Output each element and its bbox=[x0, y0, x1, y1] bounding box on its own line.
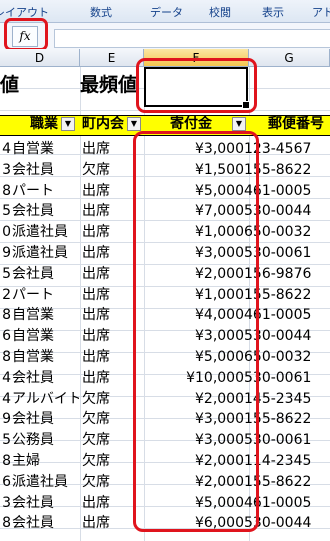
ribbon-tab-review[interactable]: 校閲 bbox=[209, 4, 231, 20]
row-number-cell[interactable]: 8 bbox=[0, 304, 11, 326]
header-town: 町内会 bbox=[82, 116, 124, 132]
job-cell[interactable]: アルバイト bbox=[12, 388, 79, 410]
job-cell[interactable]: 派遣社員 bbox=[12, 242, 79, 264]
row-number-cell[interactable]: 9 bbox=[0, 242, 11, 264]
row-number-cell[interactable]: 8 bbox=[0, 512, 11, 534]
job-cell[interactable]: パート bbox=[12, 284, 79, 306]
ribbon-tab-bar: レイアウト 数式 データ 校閲 表示 アドイン bbox=[0, 0, 330, 23]
amount-column-highlight bbox=[133, 131, 259, 532]
column-header-d[interactable]: D bbox=[0, 49, 80, 67]
job-cell[interactable]: 派遣社員 bbox=[12, 471, 79, 493]
row-number-cell[interactable]: 8 bbox=[0, 450, 11, 472]
fx-highlight-box bbox=[4, 18, 48, 51]
header-zip: 郵便番号 bbox=[268, 116, 324, 132]
job-cell[interactable]: 派遣社員 bbox=[12, 221, 79, 243]
job-cell[interactable]: 自営業 bbox=[12, 346, 79, 368]
mode-cell-highlight bbox=[136, 58, 257, 113]
job-cell[interactable]: 会社員 bbox=[12, 200, 79, 222]
row-number-cell[interactable]: 2 bbox=[0, 284, 11, 306]
job-cell[interactable]: 会社員 bbox=[12, 159, 79, 181]
job-cell[interactable]: 公務員 bbox=[12, 429, 79, 451]
row-number-cell[interactable]: 0 bbox=[0, 221, 11, 243]
row-number-cell[interactable]: 6 bbox=[0, 471, 11, 493]
column-header-g[interactable]: G bbox=[249, 49, 330, 67]
job-cell[interactable]: 自営業 bbox=[12, 304, 79, 326]
row-number-cell[interactable]: 5 bbox=[0, 429, 11, 451]
job-cell[interactable]: 会社員 bbox=[12, 408, 79, 430]
row-number-cell[interactable]: 4 bbox=[0, 388, 11, 410]
row-number-cell[interactable]: 8 bbox=[0, 346, 11, 368]
row-number-cell[interactable]: 4 bbox=[0, 367, 11, 389]
column-header-e[interactable]: E bbox=[80, 49, 144, 67]
job-cell[interactable]: 自営業 bbox=[12, 325, 79, 347]
job-cell[interactable]: パート bbox=[12, 180, 79, 202]
job-cell[interactable]: 主婦 bbox=[12, 450, 79, 472]
row-number-cell[interactable]: 9 bbox=[0, 408, 11, 430]
ribbon-tab-addins[interactable]: アドイン bbox=[312, 4, 330, 20]
job-cell[interactable]: 自営業 bbox=[12, 138, 79, 160]
row-number-cell[interactable]: 5 bbox=[0, 263, 11, 285]
filter-dropdown-icon[interactable]: ▼ bbox=[232, 117, 246, 131]
formula-input[interactable] bbox=[54, 29, 330, 48]
row-number-cell[interactable]: 3 bbox=[0, 159, 11, 181]
row-number-cell[interactable]: 4 bbox=[0, 138, 11, 160]
job-cell[interactable]: 会社員 bbox=[12, 263, 79, 285]
job-cell[interactable]: 会社員 bbox=[12, 367, 79, 389]
ribbon-tab-formulas[interactable]: 数式 bbox=[90, 4, 112, 20]
filter-dropdown-icon[interactable]: ▼ bbox=[127, 117, 141, 131]
row-number-cell[interactable]: 3 bbox=[0, 492, 11, 514]
ribbon-tab-view[interactable]: 表示 bbox=[262, 4, 284, 20]
filter-dropdown-icon[interactable]: ▼ bbox=[61, 117, 75, 131]
mode-label-fragment: 値 bbox=[0, 74, 20, 96]
job-cell[interactable]: 会社員 bbox=[12, 492, 79, 514]
row-number-cell[interactable]: 8 bbox=[0, 180, 11, 202]
row-number-cell[interactable]: 5 bbox=[0, 200, 11, 222]
mode-label: 最頻値 bbox=[80, 74, 138, 96]
ribbon-tab-data[interactable]: データ bbox=[150, 4, 183, 20]
grid-line bbox=[80, 67, 81, 541]
job-cell[interactable]: 会社員 bbox=[12, 512, 79, 534]
row-number-cell[interactable]: 6 bbox=[0, 325, 11, 347]
